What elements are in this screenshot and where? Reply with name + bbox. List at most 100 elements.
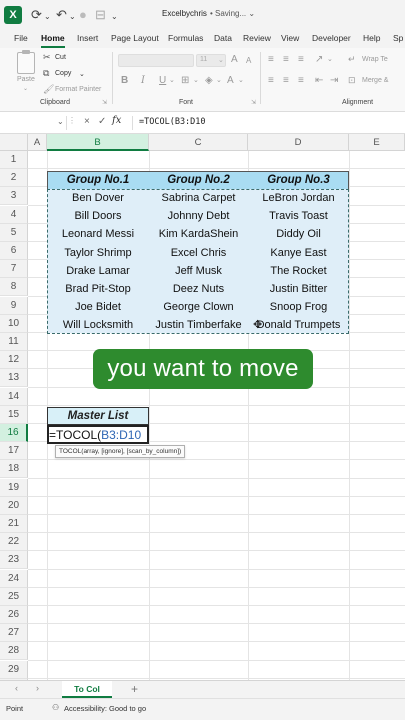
customize-toolbar-icon[interactable]: ⌄	[111, 10, 118, 24]
row-header-22[interactable]: 22	[0, 533, 28, 552]
row-header-2[interactable]: 2	[0, 169, 28, 188]
select-all-button[interactable]	[0, 134, 28, 151]
fill-color-icon[interactable]: ◈	[205, 75, 213, 86]
group-header-cell[interactable]: Group No.1	[47, 171, 149, 189]
tab-overflow[interactable]: Sp	[393, 33, 403, 43]
row-header-8[interactable]: 8	[0, 278, 28, 297]
column-header-e[interactable]: E	[349, 134, 405, 151]
filter-icon[interactable]: ⊟	[95, 8, 106, 22]
shrink-font-icon[interactable]: A	[246, 56, 251, 65]
name-cell[interactable]: Diddy Oil	[248, 225, 349, 243]
orientation-icon[interactable]: ↗	[315, 54, 323, 65]
row-header-15[interactable]: 15	[0, 405, 28, 424]
document-title[interactable]: Excelbychris	[162, 9, 207, 18]
name-cell[interactable]: Leonard Messi	[47, 225, 149, 243]
underline-dropdown-icon[interactable]: ⌄	[169, 76, 175, 84]
row-header-13[interactable]: 13	[0, 369, 28, 388]
row-header-26[interactable]: 26	[0, 606, 28, 624]
name-cell[interactable]: Drake Lamar	[47, 262, 149, 280]
enter-icon[interactable]: ✓	[98, 116, 106, 127]
column-header-a[interactable]: A	[28, 134, 47, 151]
wrap-text-icon[interactable]: ↵	[348, 54, 356, 65]
row-header-17[interactable]: 17	[0, 442, 28, 461]
align-right-icon[interactable]: ≡	[298, 75, 304, 86]
name-cell[interactable]: Joe Bidet	[47, 298, 149, 316]
orientation-dropdown-icon[interactable]: ⌄	[327, 55, 333, 63]
bold-button[interactable]: B	[121, 75, 128, 86]
name-cell[interactable]: Kanye East	[248, 244, 349, 262]
row-header-9[interactable]: 9	[0, 296, 28, 315]
tab-page-layout[interactable]: Page Layout	[111, 33, 159, 43]
row-header-24[interactable]: 24	[0, 569, 28, 588]
redo-icon[interactable]: ●	[79, 8, 87, 22]
name-cell[interactable]: Johnny Debt	[149, 207, 248, 225]
tab-formulas[interactable]: Formulas	[168, 33, 203, 43]
cancel-icon[interactable]: ×	[84, 116, 90, 127]
tab-data[interactable]: Data	[214, 33, 232, 43]
name-cell[interactable]: Snoop Frog	[248, 298, 349, 316]
undo-icon[interactable]: ↶	[56, 8, 67, 22]
tab-review[interactable]: Review	[243, 33, 271, 43]
save-status[interactable]: • Saving... ⌄	[210, 9, 255, 18]
format-painter-icon[interactable]: 🖌	[43, 84, 54, 95]
name-box[interactable]: ⌄	[5, 116, 67, 130]
autosave-dropdown-icon[interactable]: ⌄	[44, 10, 51, 24]
worksheet-grid[interactable]: ABCDE 1 2 3 4 5 6 7 8 9 10 11 12 13 14 15 16 17 18 19 20 21 2…	[0, 134, 405, 680]
name-cell[interactable]: Deez Nuts	[149, 280, 248, 298]
borders-dropdown-icon[interactable]: ⌄	[193, 76, 199, 84]
font-launcher-icon[interactable]: ⇲	[251, 99, 256, 106]
column-header-b[interactable]: B	[47, 134, 149, 151]
function-tooltip[interactable]: TOCOL(array, [ignore], [scan_by_column])	[55, 445, 186, 458]
underline-button[interactable]: U	[159, 75, 166, 86]
name-cell[interactable]: Kim KardaShein	[149, 225, 248, 243]
cut-button[interactable]: Cut	[55, 54, 66, 61]
align-middle-icon[interactable]: ≡	[283, 54, 289, 65]
row-header-12[interactable]: 12	[0, 351, 28, 370]
name-cell[interactable]: Will Locksmith	[47, 316, 149, 334]
autosave-icon[interactable]: ⟳	[31, 8, 42, 22]
row-header-25[interactable]: 25	[0, 587, 28, 606]
name-cell[interactable]: Travis Toast	[248, 207, 349, 225]
name-cell[interactable]: LeBron Jordan	[248, 189, 349, 207]
name-cell[interactable]: Justin Bitter	[248, 280, 349, 298]
tab-file[interactable]: File	[14, 33, 28, 43]
column-header-d[interactable]: D	[248, 134, 349, 151]
row-header-29[interactable]: 29	[0, 660, 28, 679]
row-header-3[interactable]: 3	[0, 187, 28, 206]
merge-icon[interactable]: ⊡	[348, 75, 356, 86]
next-sheet-icon[interactable]: ›	[36, 683, 39, 693]
row-header-7[interactable]: 7	[0, 260, 28, 279]
name-cell[interactable]: Ben Dover	[47, 189, 149, 207]
borders-icon[interactable]: ⊞	[181, 75, 189, 86]
row-header-28[interactable]: 28	[0, 642, 28, 661]
accessibility-status[interactable]: Accessibility: Good to go	[64, 704, 146, 713]
row-header-21[interactable]: 21	[0, 515, 28, 533]
fill-color-dropdown-icon[interactable]: ⌄	[216, 76, 222, 84]
cut-icon[interactable]: ✂	[43, 52, 51, 63]
row-header-6[interactable]: 6	[0, 242, 28, 260]
tab-view[interactable]: View	[281, 33, 299, 43]
name-cell[interactable]: Taylor Shrimp	[47, 244, 149, 262]
prev-sheet-icon[interactable]: ‹	[15, 683, 18, 693]
grow-font-icon[interactable]: A	[231, 54, 238, 65]
row-header-19[interactable]: 19	[0, 478, 28, 497]
row-header-16[interactable]: 16	[0, 424, 28, 442]
name-cell[interactable]: Brad Pit-Stop	[47, 280, 149, 298]
tab-help[interactable]: Help	[363, 33, 380, 43]
name-cell[interactable]: Bill Doors	[47, 207, 149, 225]
name-cell[interactable]: Donald Trumpets	[248, 316, 349, 334]
decrease-indent-icon[interactable]: ⇤	[315, 75, 323, 86]
row-header-11[interactable]: 11	[0, 333, 28, 351]
name-cell[interactable]: Jeff Musk	[149, 262, 248, 280]
name-cell[interactable]: The Rocket	[248, 262, 349, 280]
clipboard-launcher-icon[interactable]: ⇲	[102, 99, 107, 106]
tab-home[interactable]: Home	[41, 33, 65, 43]
insert-function-icon[interactable]: fx	[112, 115, 121, 126]
copy-dropdown-icon[interactable]: ⌄	[79, 70, 85, 78]
formula-input[interactable]: =TOCOL(B3:D10	[139, 117, 206, 127]
row-header-27[interactable]: 27	[0, 624, 28, 643]
row-header-23[interactable]: 23	[0, 551, 28, 570]
wrap-text-button[interactable]: Wrap Te	[362, 56, 388, 63]
column-header-c[interactable]: C	[149, 134, 248, 151]
row-header-5[interactable]: 5	[0, 223, 28, 242]
